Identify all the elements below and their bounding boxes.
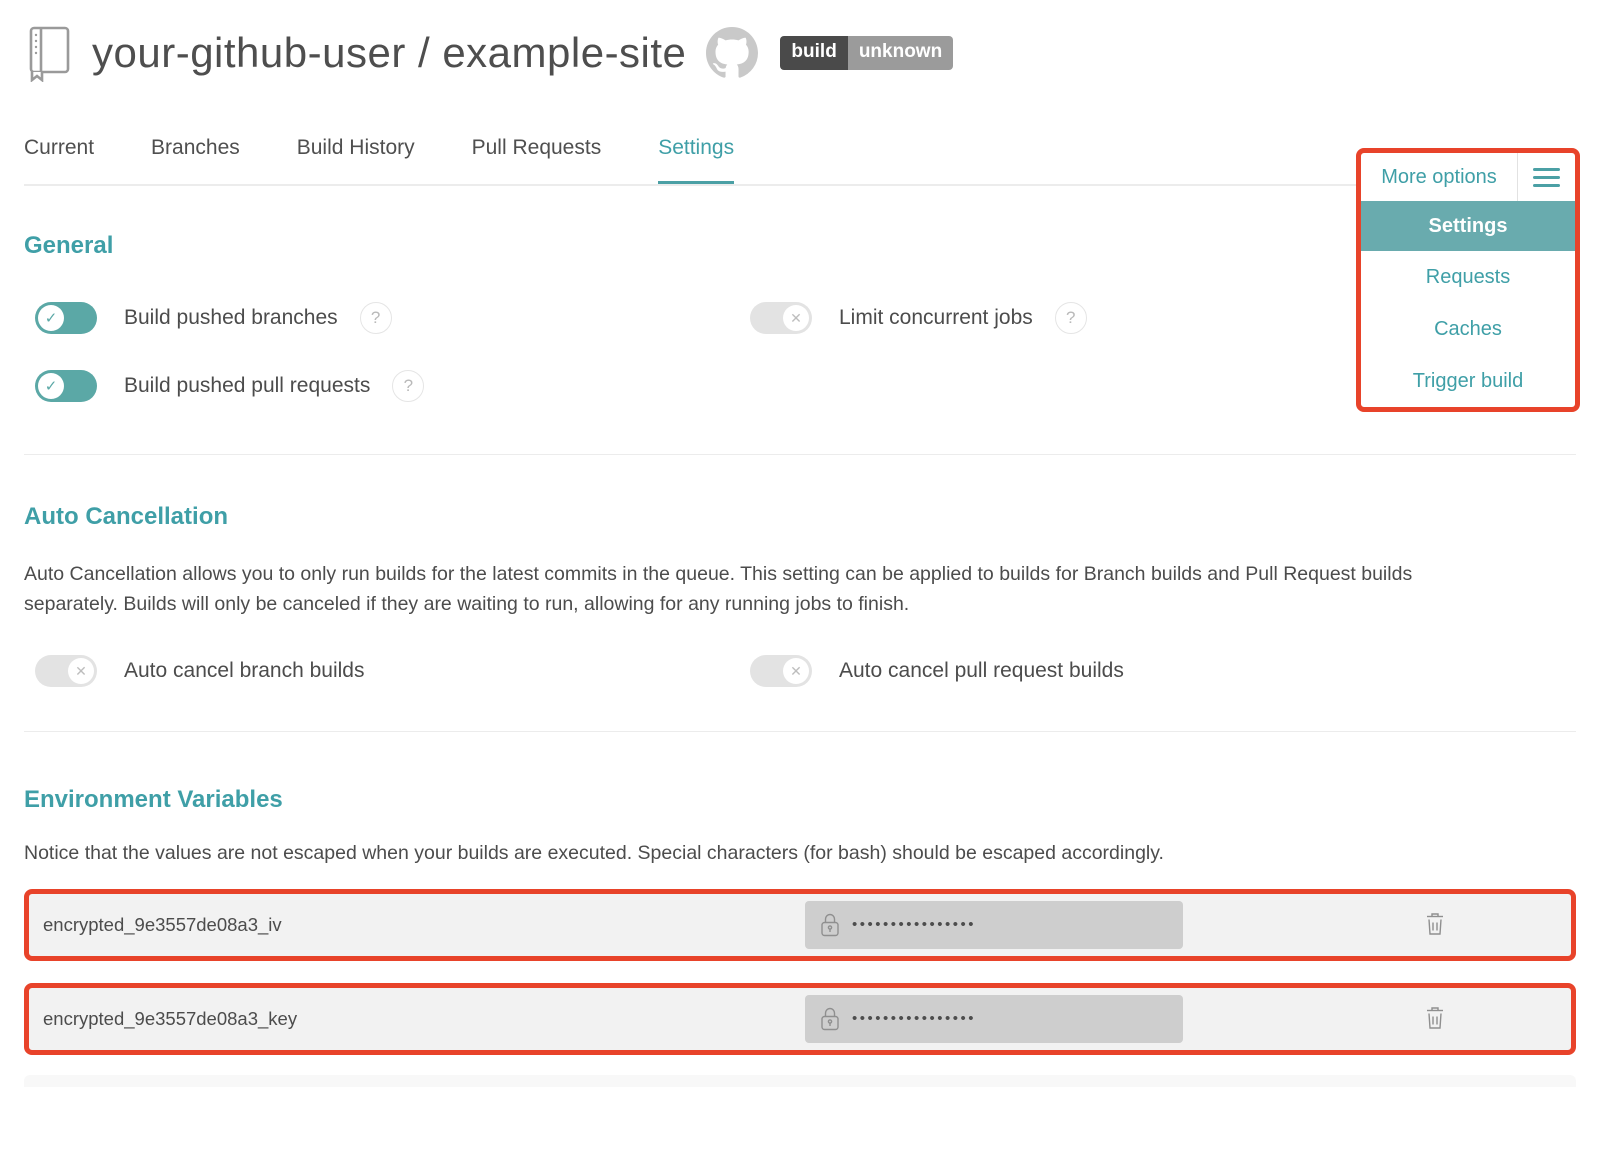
menu-item-requests[interactable]: Requests bbox=[1361, 251, 1575, 303]
general-toggles: ✓ Build pushed branches ? ✕ Limit concur… bbox=[35, 298, 1576, 406]
env-var-value-field[interactable]: •••••••••••••••• bbox=[805, 901, 1183, 949]
help-icon[interactable]: ? bbox=[360, 302, 392, 334]
auto-cancellation-heading: Auto Cancellation bbox=[24, 503, 1576, 531]
env-var-actions bbox=[1183, 908, 1571, 943]
toggle-knob-cross-icon: ✕ bbox=[783, 658, 809, 684]
auto-cancellation-toggles: ✕ Auto cancel branch builds ✕ Auto cance… bbox=[35, 651, 1576, 691]
toggle-auto-cancel-pull-request-builds[interactable]: ✕ bbox=[750, 655, 812, 687]
env-var-row-iv: encrypted_9e3557de08a3_iv ••••••••••••••… bbox=[24, 889, 1576, 961]
help-icon[interactable]: ? bbox=[1055, 302, 1087, 334]
section-divider bbox=[24, 731, 1576, 732]
tab-pull-requests[interactable]: Pull Requests bbox=[472, 130, 602, 182]
delete-env-var-button[interactable] bbox=[1420, 1002, 1450, 1037]
build-status-badge: build unknown bbox=[780, 36, 953, 70]
environment-variables-heading: Environment Variables bbox=[24, 786, 1576, 814]
toggle-knob-check-icon: ✓ bbox=[38, 305, 64, 331]
repo-book-icon bbox=[24, 24, 74, 82]
env-var-name: encrypted_9e3557de08a3_key bbox=[43, 1008, 805, 1030]
repo-header: your-github-user / example-site build un… bbox=[24, 22, 1576, 84]
badge-status-value: unknown bbox=[848, 36, 953, 70]
more-options-header: More options bbox=[1361, 153, 1575, 201]
toggle-label: Auto cancel pull request builds bbox=[839, 659, 1124, 683]
menu-item-trigger-build[interactable]: Trigger build bbox=[1361, 355, 1575, 407]
toggle-knob-check-icon: ✓ bbox=[38, 373, 64, 399]
general-heading: General bbox=[24, 232, 1576, 260]
badge-build-label: build bbox=[780, 36, 847, 70]
tab-branches[interactable]: Branches bbox=[151, 130, 240, 182]
environment-variable-list: encrypted_9e3557de08a3_iv ••••••••••••••… bbox=[24, 889, 1576, 1055]
toggle-knob-cross-icon: ✕ bbox=[68, 658, 94, 684]
trash-icon bbox=[1424, 912, 1446, 936]
auto-cancellation-description: Auto Cancellation allows you to only run… bbox=[24, 559, 1476, 619]
masked-value: •••••••••••••••• bbox=[852, 916, 976, 933]
env-var-actions bbox=[1183, 1002, 1571, 1037]
toggle-knob-cross-icon: ✕ bbox=[783, 305, 809, 331]
tab-build-history[interactable]: Build History bbox=[297, 130, 415, 182]
more-options-popup: More options Settings Requests Caches Tr… bbox=[1356, 148, 1580, 412]
toggle-build-pushed-branches[interactable]: ✓ bbox=[35, 302, 97, 334]
env-var-row-key: encrypted_9e3557de08a3_key •••••••••••••… bbox=[24, 983, 1576, 1055]
repo-tab-bar: Current Branches Build History Pull Requ… bbox=[24, 130, 1576, 186]
more-options-button[interactable]: More options bbox=[1361, 166, 1517, 189]
setting-auto-cancel-branch-builds: ✕ Auto cancel branch builds bbox=[35, 651, 750, 691]
toggle-auto-cancel-branch-builds[interactable]: ✕ bbox=[35, 655, 97, 687]
setting-build-pushed-branches: ✓ Build pushed branches ? bbox=[35, 298, 750, 338]
toggle-label: Build pushed branches bbox=[124, 306, 338, 330]
setting-build-pushed-pull-requests: ✓ Build pushed pull requests ? bbox=[35, 366, 750, 406]
toggle-limit-concurrent-jobs[interactable]: ✕ bbox=[750, 302, 812, 334]
environment-variables-notice: Notice that the values are not escaped w… bbox=[24, 842, 1576, 865]
settings-page: your-github-user / example-site build un… bbox=[0, 22, 1600, 1087]
tab-settings[interactable]: Settings bbox=[658, 130, 734, 182]
tab-current[interactable]: Current bbox=[24, 130, 94, 182]
toggle-label: Auto cancel branch builds bbox=[124, 659, 365, 683]
masked-value: •••••••••••••••• bbox=[852, 1010, 976, 1027]
delete-env-var-button[interactable] bbox=[1420, 908, 1450, 943]
next-input-row-partial bbox=[24, 1075, 1576, 1087]
page-title: your-github-user / example-site bbox=[92, 29, 686, 77]
toggle-label: Limit concurrent jobs bbox=[839, 306, 1033, 330]
hamburger-menu-icon[interactable] bbox=[1518, 168, 1575, 187]
github-octocat-icon bbox=[706, 27, 758, 79]
menu-item-caches[interactable]: Caches bbox=[1361, 303, 1575, 355]
env-var-name: encrypted_9e3557de08a3_iv bbox=[43, 914, 805, 936]
menu-item-settings[interactable]: Settings bbox=[1361, 201, 1575, 251]
env-var-value-field[interactable]: •••••••••••••••• bbox=[805, 995, 1183, 1043]
trash-icon bbox=[1424, 1006, 1446, 1030]
lock-icon bbox=[820, 912, 840, 939]
toggle-label: Build pushed pull requests bbox=[124, 374, 370, 398]
toggle-build-pushed-pull-requests[interactable]: ✓ bbox=[35, 370, 97, 402]
lock-icon bbox=[820, 1006, 840, 1033]
help-icon[interactable]: ? bbox=[392, 370, 424, 402]
setting-auto-cancel-pull-request-builds: ✕ Auto cancel pull request builds bbox=[750, 651, 1576, 691]
section-divider bbox=[24, 454, 1576, 455]
